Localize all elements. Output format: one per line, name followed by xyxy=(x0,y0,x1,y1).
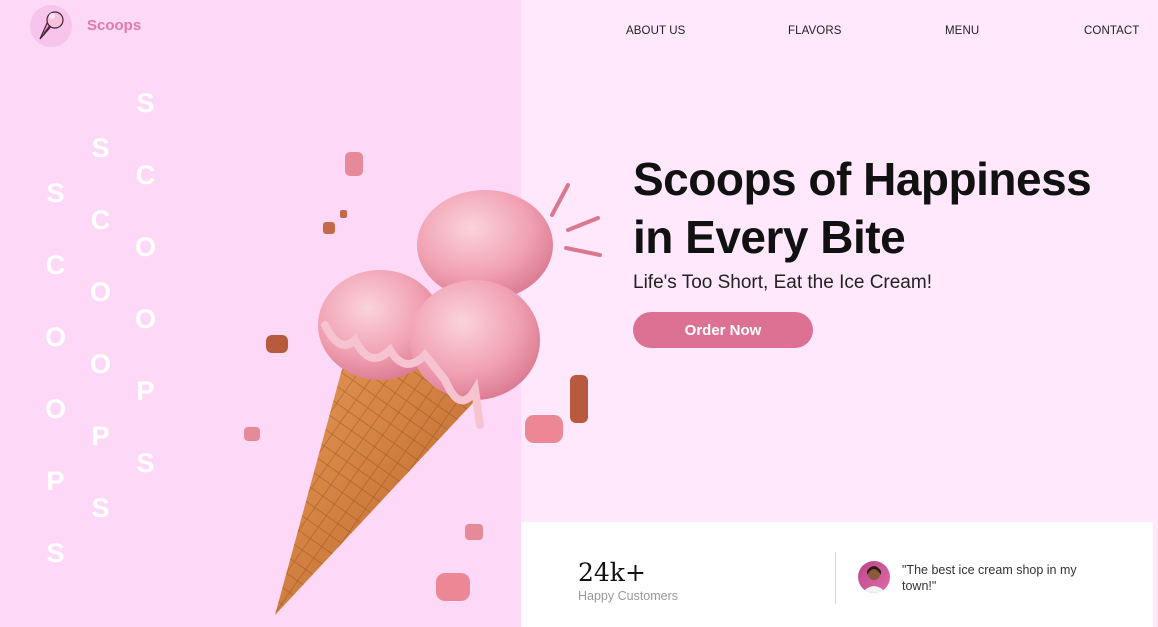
vertical-letter: O xyxy=(135,232,157,262)
vertical-letter: S xyxy=(91,493,110,523)
vertical-letter: O xyxy=(90,349,112,379)
hero-subtitle: Life's Too Short, Eat the Ice Cream! xyxy=(633,272,932,293)
nav-flavors[interactable]: FLAVORS xyxy=(788,25,842,37)
vertical-letter: S xyxy=(46,178,65,208)
hero-title-line-1: Scoops of Happiness xyxy=(633,153,1092,205)
vertical-letter: P xyxy=(136,376,155,406)
brand-name[interactable]: Scoops xyxy=(87,17,141,34)
vertical-letter: S xyxy=(46,538,65,568)
customer-count-label: Happy Customers xyxy=(578,589,679,603)
vertical-letter: C xyxy=(135,160,156,190)
vertical-word-1: S C O O P S xyxy=(45,180,66,612)
vertical-letter: P xyxy=(46,466,65,496)
vertical-letter: O xyxy=(135,304,157,334)
nav-menu[interactable]: MENU xyxy=(945,25,979,37)
vertical-letter: S xyxy=(136,448,155,478)
vertical-letter: O xyxy=(45,394,67,424)
ice-cream-cone-icon[interactable] xyxy=(30,5,72,47)
stats-card: 24k+ Happy Customers "The best ice cream… xyxy=(521,522,1153,627)
stats-divider xyxy=(835,552,836,604)
vertical-letter: C xyxy=(90,205,111,235)
testimonial-quote: "The best ice cream shop in my town!" xyxy=(902,563,1077,593)
nav-contact[interactable]: CONTACT xyxy=(1084,25,1139,37)
vertical-word-2: S C O O P S xyxy=(90,135,111,567)
hero-title-line-2: in Every Bite xyxy=(633,211,906,263)
avatar xyxy=(858,561,890,593)
nav-about-us[interactable]: ABOUT US xyxy=(626,25,685,37)
vertical-letter: S xyxy=(91,133,110,163)
customer-count: 24k+ xyxy=(578,558,646,587)
vertical-letter: O xyxy=(90,277,112,307)
vertical-letter: O xyxy=(45,322,67,352)
hero-title: Scoops of Happiness in Every Bite xyxy=(633,150,1092,266)
vertical-letter: P xyxy=(91,421,110,451)
vertical-word-3: S C O O P S xyxy=(135,90,156,522)
vertical-letter: S xyxy=(136,88,155,118)
vertical-letter: C xyxy=(45,250,66,280)
order-now-button[interactable]: Order Now xyxy=(633,312,813,348)
